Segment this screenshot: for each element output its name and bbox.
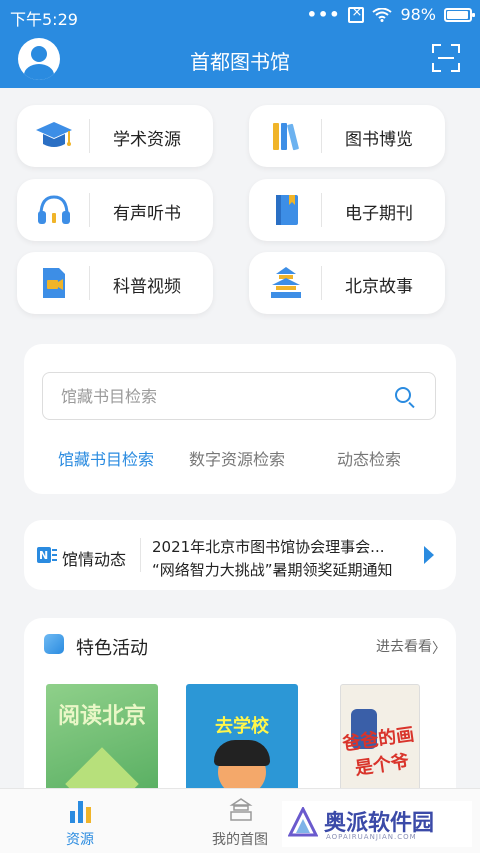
arrow-right-icon[interactable] [424, 546, 434, 564]
search-input[interactable] [43, 373, 383, 419]
section-square-icon [44, 634, 64, 654]
book-title: 阅读北京 [57, 704, 146, 729]
library-news[interactable]: N 馆情动态 2021年北京市图书馆协会理事会... “网络智力大挑战”暑期领奖… [24, 520, 456, 590]
news-item[interactable]: “网络智力大挑战”暑期领奖延期通知 [152, 559, 393, 580]
video-camera-icon [43, 268, 65, 298]
category-label: 有声听书 [113, 204, 181, 224]
page-title: 首都图书馆 [190, 50, 290, 74]
category-academic-resources[interactable]: 学术资源 [17, 105, 213, 167]
watermark-subtext: AOPAIRUANJIAN.COM [326, 833, 417, 841]
watermark-logo-icon [288, 807, 318, 837]
ebook-icon [276, 195, 298, 225]
status-bar: 下午5:29 ••• 98% [0, 0, 480, 32]
category-e-journals[interactable]: 电子期刊 [249, 179, 445, 241]
category-label: 学术资源 [113, 130, 181, 150]
chevron-right-icon[interactable]: 〉 [432, 638, 446, 658]
category-book-expo[interactable]: 图书博览 [249, 105, 445, 167]
see-more-link[interactable]: 进去看看 [376, 636, 432, 656]
books-icon [273, 123, 299, 151]
graduation-cap-icon [36, 122, 72, 147]
tab-catalog-search[interactable]: 馆藏书目检索 [58, 446, 154, 470]
book-title: 爸爸的画是个爷 [341, 724, 416, 780]
app-header: 下午5:29 ••• 98% 首都图书馆 [0, 0, 480, 88]
no-sim-icon [348, 5, 365, 23]
category-label: 北京故事 [345, 277, 413, 297]
status-indicators: ••• 98% [306, 5, 475, 24]
category-audiobooks[interactable]: 有声听书 [17, 179, 213, 241]
nav-resources[interactable]: 资源 [20, 789, 140, 853]
category-label: 科普视频 [113, 277, 181, 297]
status-time: 下午5:29 [10, 10, 78, 29]
tab-news-search[interactable]: 动态检索 [337, 446, 401, 470]
search-tabs: 馆藏书目检索 数字资源检索 动态检索 [24, 446, 456, 470]
battery-percent: 98% [400, 5, 436, 24]
battery-icon [444, 7, 475, 22]
temple-icon [271, 267, 301, 298]
search-icon[interactable] [395, 387, 411, 403]
tab-digital-resource-search[interactable]: 数字资源检索 [189, 446, 285, 470]
watermark: 奥派软件园 AOPAIRUANJIAN.COM [282, 801, 472, 847]
scan-icon[interactable] [432, 44, 460, 72]
bar-chart-icon [70, 799, 92, 823]
section-title: 特色活动 [76, 638, 148, 659]
news-label: 馆情动态 [62, 550, 127, 569]
category-science-videos[interactable]: 科普视频 [17, 252, 213, 314]
wifi-icon [372, 7, 393, 22]
category-label: 电子期刊 [345, 204, 413, 224]
library-building-icon [229, 798, 253, 821]
nav-label: 资源 [66, 832, 94, 848]
book-title: 去学校 [215, 716, 269, 737]
category-label: 图书博览 [345, 130, 413, 150]
search-box[interactable] [42, 372, 436, 420]
news-icon: N [37, 547, 57, 563]
headphones-icon [38, 195, 70, 224]
notification-dots: ••• [306, 5, 341, 24]
search-panel: 馆藏书目检索 数字资源检索 动态检索 [24, 344, 456, 494]
svg-text:N: N [39, 549, 48, 562]
category-beijing-stories[interactable]: 北京故事 [249, 252, 445, 314]
news-item[interactable]: 2021年北京市图书馆协会理事会... [152, 536, 384, 557]
